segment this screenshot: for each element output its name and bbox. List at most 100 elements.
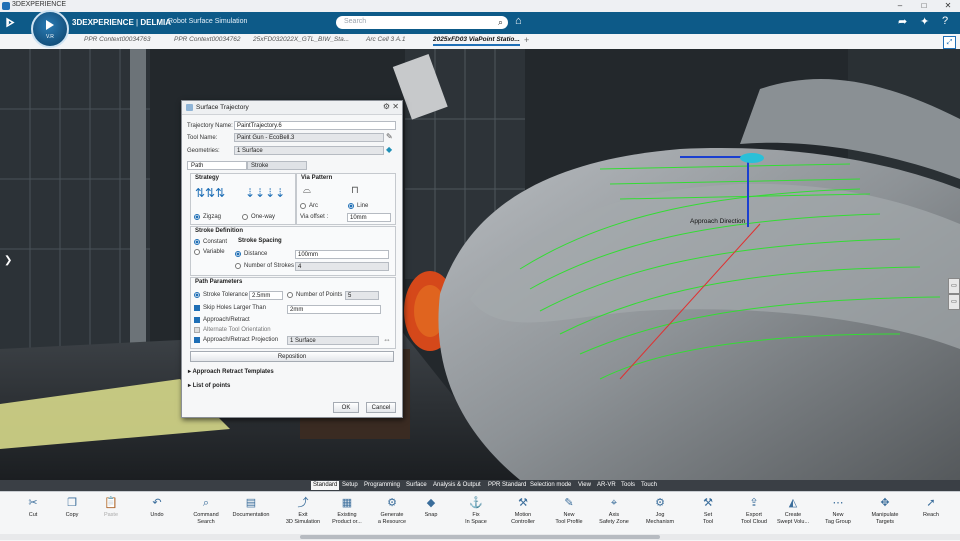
tool-product-button[interactable]: ▦ Existing Product or... [324, 493, 370, 533]
num-strokes-field[interactable]: 4 [295, 262, 389, 271]
fullscreen-icon[interactable]: ⤢ [943, 36, 956, 49]
list-of-points-expander[interactable]: ▸ List of points [188, 382, 230, 389]
tool-undo-button[interactable]: ↶ Undo [134, 493, 180, 533]
stroke-definition-title: Stroke Definition [195, 228, 244, 234]
tool-command-search-button[interactable]: ⌕ Command Search [183, 493, 229, 533]
tab-path[interactable]: Path [187, 161, 247, 170]
distance-radio[interactable] [235, 251, 241, 257]
share-icon[interactable]: ➦ [898, 15, 907, 28]
tab-stroke[interactable]: Stroke [247, 161, 307, 170]
oneway-radio[interactable] [242, 214, 248, 220]
search-input[interactable]: Search ⌕ [336, 16, 508, 29]
maximize-button[interactable]: □ [912, 0, 936, 12]
collaboration-tools-icon[interactable]: ✦ [920, 15, 929, 28]
tool-fix-button[interactable]: ⚓ Fix In Space [453, 493, 499, 533]
ds-logo-icon[interactable]: ᐈ [6, 15, 24, 31]
tool-tool-profile-button[interactable]: ✎ New Tool Profile [546, 493, 592, 533]
constant-radio[interactable] [194, 239, 200, 245]
paste-icon: 📋 [104, 497, 118, 509]
tab-biw-station[interactable]: 25xFD032022X_GTL_BIW_Sta... [253, 36, 349, 43]
tab-surface[interactable]: Surface [404, 481, 429, 490]
approach-retract-checkbox[interactable] [194, 317, 200, 323]
tab-programming[interactable]: Programming [362, 481, 402, 490]
ar-projection-checkbox[interactable] [194, 337, 200, 343]
tool-profile-icon: ✎ [564, 497, 574, 509]
stroke-tolerance-radio[interactable] [194, 292, 200, 298]
trajectory-name-field[interactable]: PaintTrajectory.6 [234, 121, 396, 130]
gear-icon[interactable]: ⚙ [383, 102, 390, 111]
expand-left-panel-icon[interactable]: ❯ [4, 255, 12, 266]
variable-radio[interactable] [194, 249, 200, 255]
distance-field[interactable]: 100mm [295, 250, 389, 259]
ar-projection-field[interactable]: 1 Surface [287, 336, 379, 345]
dialog-header[interactable]: Surface Trajectory ⚙ ✕ [182, 101, 402, 115]
tab-analysis-output[interactable]: Analysis & Output [431, 481, 483, 490]
tool-snap-button[interactable]: ◆ Snap [408, 493, 454, 533]
stroke-tolerance-field[interactable]: 2.5mm [249, 291, 283, 300]
minimize-button[interactable]: – [888, 0, 912, 12]
projection-picker-icon[interactable]: ⇔ [383, 335, 391, 344]
tool-reach-button[interactable]: ➚ Reach [908, 493, 954, 533]
arc-radio[interactable] [300, 203, 306, 209]
tab-ppr-context-34762[interactable]: PPR Context00034762 [174, 36, 241, 43]
number-of-points-radio[interactable] [287, 292, 293, 298]
via-offset-field[interactable]: 10mm [347, 213, 391, 222]
skip-holes-checkbox[interactable] [194, 305, 200, 311]
tab-selection-mode[interactable]: Selection mode [528, 481, 573, 490]
3d-viewport[interactable]: Approach Direction ❯ ▭ ▭ [0, 49, 960, 480]
tab-tools[interactable]: Tools [619, 481, 637, 490]
context-tab-bar: PPR Context00034763 PPR Context00034762 … [0, 34, 960, 50]
number-of-points-field[interactable]: 5 [345, 291, 379, 300]
search-icon[interactable]: ⌕ [498, 17, 503, 28]
tool-jog-button[interactable]: ⚙ Jog Mechanism [637, 493, 683, 533]
tool-axis-zone-button[interactable]: ⌖ Axis Safety Zone [591, 493, 637, 533]
tab-viapoint-station[interactable]: 2025xFD03 ViaPoint Statio... [433, 36, 520, 46]
reposition-button[interactable]: Reposition [190, 351, 394, 362]
side-panel-button-1[interactable]: ▭ [948, 278, 960, 294]
alternate-orientation-checkbox[interactable] [194, 327, 200, 333]
tab-ppr-standard[interactable]: PPR Standard [486, 481, 528, 490]
trajectory-icon [186, 104, 193, 111]
close-icon[interactable]: ✕ [392, 102, 399, 111]
tab-ppr-context-34763[interactable]: PPR Context00034763 [84, 36, 151, 43]
ok-button[interactable]: OK [333, 402, 359, 413]
tool-paste-button[interactable]: 📋 Paste [88, 493, 134, 533]
tab-arc-cell[interactable]: Arc Cell 3 A.1 [366, 36, 406, 43]
tool-motion-button[interactable]: ⚒ Motion Controller [500, 493, 546, 533]
tab-standard[interactable]: Standard [311, 481, 340, 490]
axis-zone-icon: ⌖ [610, 497, 618, 509]
path-parameters-title: Path Parameters [195, 279, 243, 285]
tool-exit-sim-button[interactable]: ⤴ Exit 3D Simulation [280, 493, 326, 533]
add-tab-button[interactable]: + [524, 35, 529, 45]
toolbar-scroll-thumb[interactable] [300, 535, 660, 539]
cancel-button[interactable]: Cancel [366, 402, 396, 413]
side-panel-button-2[interactable]: ▭ [948, 294, 960, 310]
tool-book-button[interactable]: ▤ Documentation [228, 493, 274, 533]
num-strokes-radio[interactable] [235, 263, 241, 269]
approach-templates-expander[interactable]: ▸ Approach Retract Templates [188, 368, 274, 375]
tool-set-tool-button[interactable]: ⚒ Set Tool [685, 493, 731, 533]
compass-version: V.R [46, 34, 54, 40]
tool-name-field[interactable]: Paint Gun - EcoBell.3 [234, 133, 384, 142]
geometries-field[interactable]: 1 Surface [234, 146, 384, 155]
tool-tag-group-button[interactable]: ⋯ New Tag Group [815, 493, 861, 533]
skip-holes-field[interactable]: 2mm [287, 305, 381, 314]
close-window-button[interactable]: ✕ [936, 0, 960, 12]
help-icon[interactable]: ? [942, 15, 948, 27]
strategy-group: Strategy ⇅⇅⇅ ⇣⇣⇣⇣ Zigzag One-way [190, 173, 296, 225]
tab-setup[interactable]: Setup [340, 481, 360, 490]
geometry-picker-icon[interactable]: ◆ [386, 145, 392, 154]
tool-picker-icon[interactable]: ✎ [386, 132, 393, 141]
compass-button[interactable]: V.R [31, 10, 69, 48]
tab-view[interactable]: View [576, 481, 593, 490]
zigzag-radio[interactable] [194, 214, 200, 220]
app-icon [2, 2, 10, 10]
tool-swept-button[interactable]: ◭ Create Swept Volu... [770, 493, 816, 533]
stroke-tolerance-label: Stroke Tolerance [203, 292, 248, 298]
tag-icon[interactable]: ⌂ [515, 15, 522, 27]
tab-ar-vr[interactable]: AR-VR [595, 481, 618, 490]
tool-targets-button[interactable]: ✥ Manipulate Targets [862, 493, 908, 533]
line-radio[interactable] [348, 203, 354, 209]
search-placeholder: Search [344, 18, 367, 25]
tab-touch[interactable]: Touch [639, 481, 659, 490]
